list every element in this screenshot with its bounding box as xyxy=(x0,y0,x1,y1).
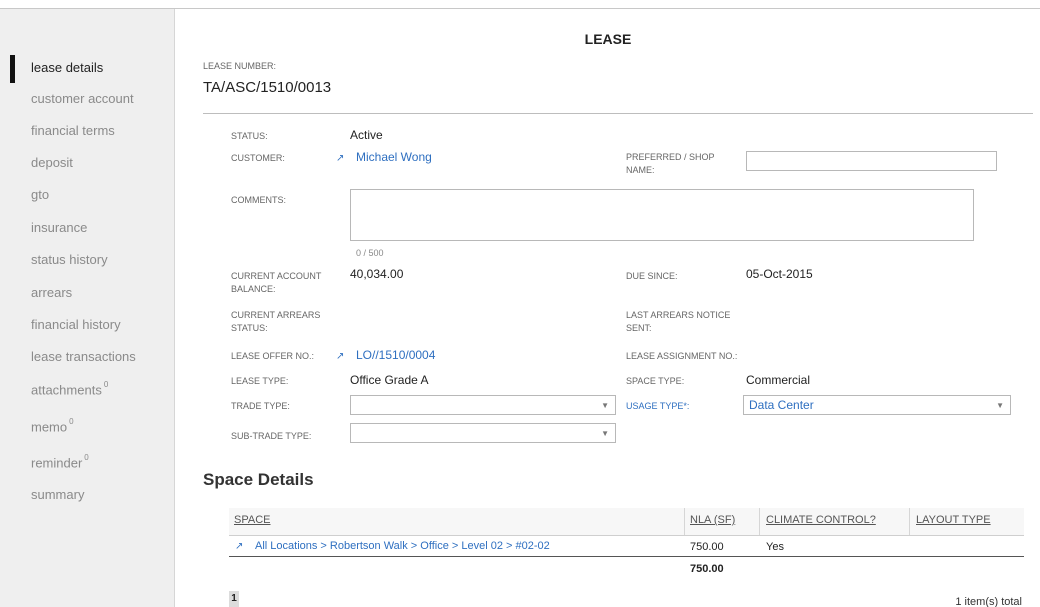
sidebar-item-label: lease details xyxy=(31,60,104,75)
sidebar-item-label: insurance xyxy=(31,220,88,235)
active-nav-marker xyxy=(10,55,15,83)
sidebar-item-label: reminder xyxy=(31,455,83,471)
space-link[interactable]: ↗ All Locations > Robertson Walk > Office… xyxy=(235,540,550,552)
trade-type-label: TRADE TYPE: xyxy=(231,401,290,411)
column-separator xyxy=(759,508,760,535)
sidebar-item-summary[interactable]: summary xyxy=(31,487,84,502)
sidebar-item-insurance[interactable]: insurance xyxy=(31,220,87,235)
sidebar-item-reminder[interactable]: reminder 0 xyxy=(31,453,89,471)
sub-trade-type-select[interactable]: ▼ xyxy=(350,423,616,443)
column-separator xyxy=(684,508,685,535)
lease-type-label: LEASE TYPE: xyxy=(231,376,289,386)
lease-number-label: LEASE NUMBER: xyxy=(203,61,277,71)
comments-label: COMMENTS: xyxy=(231,195,286,205)
status-label: STATUS: xyxy=(231,131,268,141)
due-since-label: DUE SINCE: xyxy=(626,271,678,281)
page-title: LEASE xyxy=(584,31,632,47)
main-content: LEASE LEASE NUMBER: TA/ASC/1510/0013 STA… xyxy=(176,9,1040,607)
external-link-icon: ↗ xyxy=(235,541,244,552)
table-header xyxy=(229,508,1024,535)
sidebar-item-label: summary xyxy=(31,487,85,502)
due-since-value: 05-Oct-2015 xyxy=(746,267,813,281)
external-link-icon: ↗ xyxy=(336,351,345,362)
sidebar-item-lease-transactions[interactable]: lease transactions xyxy=(31,349,136,364)
sidebar-item-financial-terms[interactable]: financial terms xyxy=(31,123,115,138)
last-arrears-notice-label: LAST ARREARS NOTICE SENT: xyxy=(626,310,731,333)
usage-type-select[interactable]: Data Center ▼ xyxy=(743,395,1011,415)
sidebar-item-deposit[interactable]: deposit xyxy=(31,155,73,170)
column-header-nla[interactable]: NLA (SF) xyxy=(690,514,735,526)
sidebar-item-lease-details[interactable]: lease details xyxy=(31,60,103,75)
space-path: All Locations > Robertson Walk > Office … xyxy=(255,540,550,552)
status-value: Active xyxy=(350,128,383,142)
preferred-shop-name-label: PREFERRED / SHOP NAME: xyxy=(626,152,715,175)
column-separator xyxy=(909,508,910,535)
sidebar-item-label: deposit xyxy=(31,155,73,170)
sidebar-item-label: status history xyxy=(31,252,108,267)
nla-total: 750.00 xyxy=(690,563,724,575)
page-number-button[interactable]: 1 xyxy=(229,591,239,607)
sidebar-item-attachments[interactable]: attachments 0 xyxy=(31,380,109,398)
column-header-space[interactable]: SPACE xyxy=(234,514,270,526)
sidebar-item-gto[interactable]: gto xyxy=(31,187,49,202)
comments-counter: 0 / 500 xyxy=(356,248,384,258)
sidebar-item-financial-history[interactable]: financial history xyxy=(31,317,121,332)
lease-offer-link[interactable]: ↗ LO//1510/0004 xyxy=(336,348,435,362)
space-type-label: SPACE TYPE: xyxy=(626,376,685,386)
sidebar-item-label: customer account xyxy=(31,91,134,106)
space-details-title: Space Details xyxy=(203,470,314,489)
trade-type-select[interactable]: ▼ xyxy=(350,395,616,415)
sidebar-item-label: arrears xyxy=(31,285,73,300)
table-row-border xyxy=(229,556,1024,557)
lease-offer-label: LEASE OFFER NO.: xyxy=(231,351,315,361)
lease-number: TA/ASC/1510/0013 xyxy=(203,79,332,96)
items-total: 1 item(s) total xyxy=(955,596,1022,607)
current-account-balance-label: CURRENT ACCOUNT BALANCE: xyxy=(231,271,322,294)
lease-type-value: Office Grade A xyxy=(350,373,429,387)
external-link-icon: ↗ xyxy=(336,153,345,164)
chevron-down-icon: ▼ xyxy=(996,401,1004,410)
chevron-down-icon: ▼ xyxy=(601,429,609,438)
sidebar-item-memo[interactable]: memo 0 xyxy=(31,417,74,435)
sidebar: lease details customer account financial… xyxy=(0,9,175,607)
preferred-shop-name-input[interactable] xyxy=(746,151,997,171)
sidebar-item-arrears[interactable]: arrears xyxy=(31,285,72,300)
sidebar-item-label: attachments xyxy=(31,382,102,398)
usage-type-label: USAGE TYPE*: xyxy=(626,401,690,411)
customer-link[interactable]: ↗ Michael Wong xyxy=(336,150,432,164)
sidebar-item-label: gto xyxy=(31,187,50,202)
sidebar-item-label: memo xyxy=(31,419,68,435)
sidebar-item-customer-account[interactable]: customer account xyxy=(31,91,134,106)
reminder-count: 0 xyxy=(84,453,89,462)
divider xyxy=(203,113,1033,114)
sidebar-item-label: financial terms xyxy=(31,123,115,138)
column-header-climate-control[interactable]: CLIMATE CONTROL? xyxy=(766,514,876,526)
lease-assignment-label: LEASE ASSIGNMENT NO.: xyxy=(626,351,738,361)
column-header-layout-type[interactable]: LAYOUT TYPE xyxy=(916,514,991,526)
climate-control-cell: Yes xyxy=(766,541,784,553)
attachments-count: 0 xyxy=(103,380,109,389)
nla-cell: 750.00 xyxy=(690,541,724,553)
sidebar-item-label: financial history xyxy=(31,317,121,332)
current-arrears-status-label: CURRENT ARREARS STATUS: xyxy=(231,310,321,333)
space-type-value: Commercial xyxy=(746,373,811,387)
chevron-down-icon: ▼ xyxy=(601,401,609,410)
memo-count: 0 xyxy=(69,417,74,426)
customer-label: CUSTOMER: xyxy=(231,153,285,163)
table-header-border xyxy=(229,535,1024,536)
current-account-balance-value: 40,034.00 xyxy=(350,267,404,281)
customer-name: Michael Wong xyxy=(356,150,432,164)
sub-trade-type-label: SUB-TRADE TYPE: xyxy=(231,431,312,441)
comments-textarea[interactable] xyxy=(350,189,974,241)
sidebar-item-label: lease transactions xyxy=(31,349,136,364)
lease-offer-number: LO//1510/0004 xyxy=(356,348,436,362)
sidebar-item-status-history[interactable]: status history xyxy=(31,252,108,267)
